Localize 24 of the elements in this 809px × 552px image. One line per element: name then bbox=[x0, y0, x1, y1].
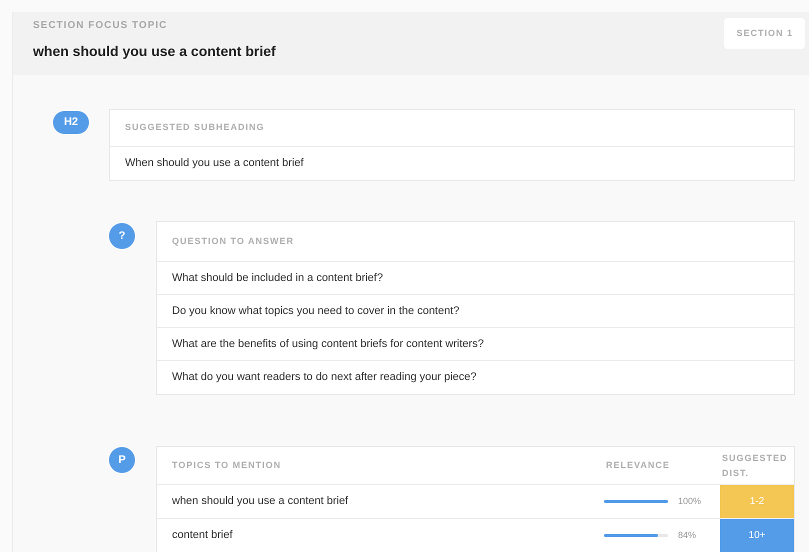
question-text: What should be included in a content brief? bbox=[172, 270, 383, 286]
header-label: SECTION FOCUS TOPIC bbox=[33, 19, 168, 33]
distribution-cell: 10+ bbox=[720, 519, 794, 552]
column-header: SUGGESTED DIST. bbox=[721, 452, 789, 480]
question-text: What do you want readers to do next after reading your piece? bbox=[172, 370, 477, 386]
column-header: TOPICS TO MENTION bbox=[171, 458, 282, 472]
question-text: Do you know what topics you need to cover in the content? bbox=[172, 304, 460, 319]
relevance-value: 84% bbox=[678, 528, 696, 542]
section-badge: SECTION 1 bbox=[724, 18, 805, 49]
question-text: What are the benefits of using content briefs for content writers? bbox=[172, 336, 484, 352]
subheading-text: When should you use a content brief bbox=[125, 156, 304, 172]
distribution-cell: 1-2 bbox=[720, 485, 794, 518]
section-type-badge: ? bbox=[109, 223, 135, 249]
relevance-bar bbox=[604, 500, 668, 503]
section-type-badge: P bbox=[109, 447, 135, 473]
table-cell-text: content brief bbox=[171, 528, 234, 544]
card-label: SUGGESTED SUBHEADING bbox=[125, 121, 265, 134]
column-header: RELEVANCE bbox=[605, 458, 671, 472]
relevance-bar bbox=[604, 534, 668, 537]
focus-topic: when should you use a content brief bbox=[33, 42, 276, 61]
table-cell-text: when should you use a content brief bbox=[171, 494, 350, 510]
card-label: QUESTION TO ANSWER bbox=[172, 234, 294, 248]
relevance-value: 100% bbox=[678, 494, 702, 508]
section-type-badge: H2 bbox=[53, 111, 89, 134]
